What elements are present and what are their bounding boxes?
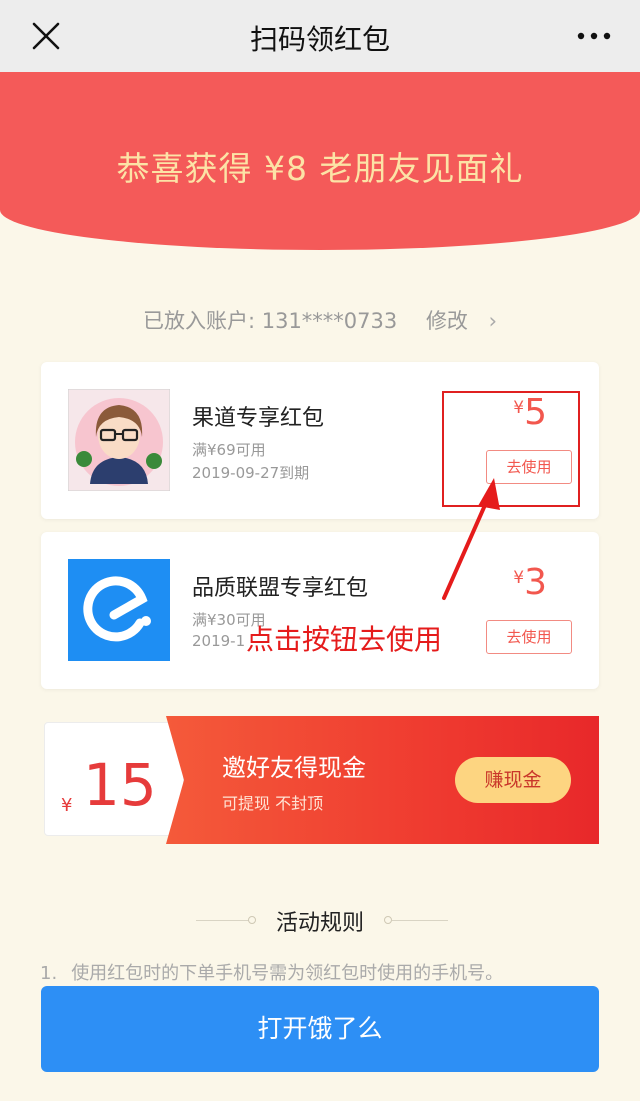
coupon-card: 品质联盟专享红包 满¥30可用 2019-1 ¥3 去使用 [41,532,599,689]
rule-index: 1. [40,963,58,984]
use-coupon-button[interactable]: 去使用 [486,620,572,654]
rule-text: 使用红包时的下单手机号需为领红包时使用的手机号。 [71,963,504,984]
more-icon[interactable] [576,22,612,50]
invite-banner[interactable]: ¥ 15 邀好友得现金 可提现 不封顶 赚现金 [44,716,599,844]
open-app-button[interactable]: 打开饿了么 [41,986,599,1072]
rule-item: 1. 使用红包时的下单手机号需为领红包时使用的手机号。 [40,959,503,985]
invite-amount: 15 [83,751,157,819]
divider [392,920,448,921]
banner-text: 恭喜获得 ¥8 老朋友见面礼 [116,149,524,188]
currency-symbol: ¥ [513,568,525,588]
currency-symbol: ¥ [61,795,73,816]
earn-cash-button[interactable]: 赚现金 [455,757,571,803]
chevron-right-icon[interactable]: › [489,309,497,333]
coupon-condition: 满¥69可用 [192,441,266,459]
coupon-name: 果道专享红包 [192,406,325,431]
rules-title: 活动规则 [275,911,364,936]
page-title: 扫码领红包 [249,23,390,56]
account-label: 已放入账户: 131****0733 [142,309,398,333]
coupon-expiry: 2019-09-27到期 [192,464,310,482]
invite-ticket: ¥ 15 [44,722,184,836]
coupon-name: 品质联盟专享红包 [192,576,369,601]
amount-value: 3 [524,562,547,603]
edit-link[interactable]: 修改 [426,309,468,333]
coupon-expiry: 2019-1 [192,632,246,650]
account-line: 已放入账户: 131****0733 修改 › [0,305,640,335]
annotation-text: 点击按钮去使用 [246,623,443,656]
eleme-logo [68,559,170,661]
congrats-banner: 恭喜获得 ¥8 老朋友见面礼 [0,72,640,250]
coupon-amount: ¥3 [513,562,547,603]
nav-bar: 扫码领红包 [0,0,640,72]
annotation-highlight-box [442,391,580,507]
invite-title: 邀好友得现金 [222,754,366,782]
avatar-logo [68,389,170,491]
invite-subtitle: 可提现 不封顶 [222,794,324,813]
divider-dot [384,916,392,924]
